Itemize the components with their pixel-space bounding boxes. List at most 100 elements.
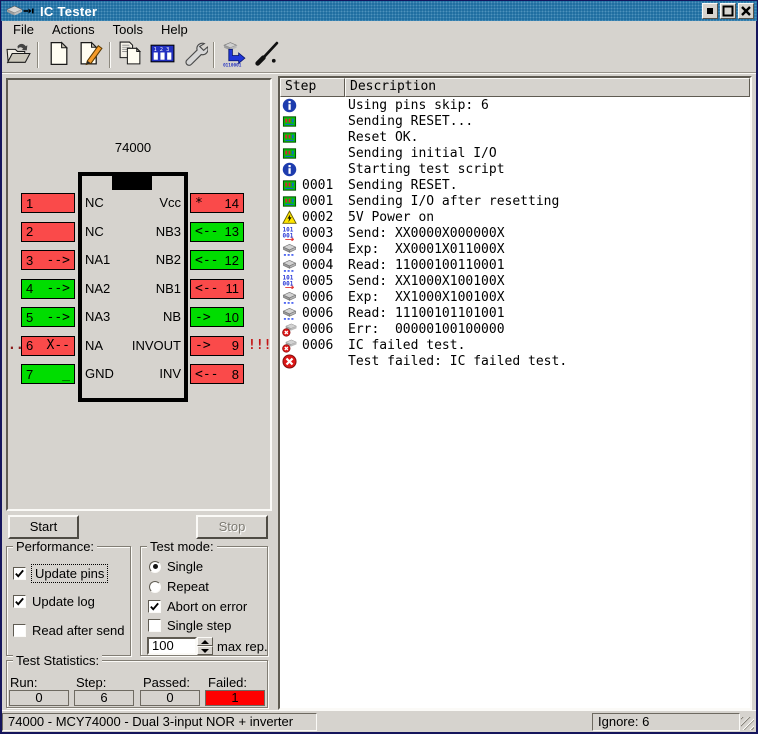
- run-test-button[interactable]: 0110001: [218, 40, 250, 71]
- menu-tools[interactable]: Tools: [104, 21, 152, 38]
- log-row[interactable]: 1010010005Send: XX1000X100100X: [280, 273, 750, 289]
- pin-3[interactable]: 3-->: [21, 250, 75, 270]
- log-row[interactable]: 00025V Power on: [280, 209, 750, 225]
- pin-number: 10: [225, 310, 239, 325]
- send-icon: [280, 130, 300, 145]
- spin-up-button[interactable]: [197, 637, 213, 646]
- pin-8[interactable]: <--8: [190, 364, 244, 384]
- app-icon: [6, 3, 36, 19]
- log-step: 0001: [300, 194, 346, 209]
- radio-repeat[interactable]: [149, 581, 161, 593]
- pin-14[interactable]: * 14: [190, 193, 244, 213]
- wrench-button[interactable]: [178, 40, 210, 71]
- pin-7[interactable]: 7_: [21, 364, 75, 384]
- checkbox-update-pins[interactable]: [13, 567, 26, 580]
- checkbox-label-read-after-send: Read after send: [32, 623, 125, 638]
- log-row[interactable]: Sending initial I/O: [280, 145, 750, 161]
- log-panel: Step Description Using pins skip: 6Sendi…: [278, 76, 752, 710]
- log-column-step[interactable]: Step: [280, 78, 345, 97]
- max-rep-input[interactable]: 100: [147, 637, 197, 655]
- log-step: 0006: [300, 306, 346, 321]
- probe-icon: [253, 40, 280, 70]
- log-row[interactable]: 0006Err: 00000100100000: [280, 321, 750, 337]
- log-row[interactable]: Reset OK.: [280, 129, 750, 145]
- dip-switch-icon: 1 2 3: [149, 40, 176, 70]
- log-description: Sending RESET.: [346, 178, 458, 193]
- log-row[interactable]: Using pins skip: 6: [280, 97, 750, 113]
- pin-2[interactable]: 2: [21, 222, 75, 242]
- performance-legend: Performance:: [13, 539, 97, 554]
- pin-number: 14: [225, 196, 239, 211]
- log-row[interactable]: 0001Sending RESET.: [280, 177, 750, 193]
- log-description: IC failed test.: [346, 338, 465, 353]
- pin-direction: ->: [195, 338, 211, 353]
- log-step: 0006: [300, 338, 346, 353]
- start-button[interactable]: Start: [8, 515, 79, 539]
- log-description: Read: 11000100110001: [346, 258, 505, 273]
- checkbox-row-read-after-send: Read after send: [13, 623, 125, 638]
- close-button[interactable]: [738, 3, 754, 19]
- spin-down-button[interactable]: [197, 646, 213, 655]
- maximize-button[interactable]: [720, 3, 736, 19]
- log-row[interactable]: Test failed: IC failed test.: [280, 353, 750, 369]
- resize-grip[interactable]: [741, 717, 754, 730]
- probe-button[interactable]: [250, 40, 282, 71]
- checkbox-abort-on-error[interactable]: [148, 600, 161, 613]
- menu-file[interactable]: File: [4, 21, 43, 38]
- log-description: Send: XX1000X100100X: [346, 274, 505, 289]
- pin-9[interactable]: -> 9: [190, 336, 244, 356]
- statistics-group: Test Statistics: Run:0Step:6Passed:0Fail…: [6, 660, 268, 708]
- new-button[interactable]: [42, 40, 74, 71]
- pin-direction: <--: [195, 281, 218, 296]
- pin-direction: -->: [47, 281, 70, 296]
- checkbox-single-step[interactable]: [148, 619, 161, 632]
- menu-help[interactable]: Help: [152, 21, 197, 38]
- log-row[interactable]: 0001Sending I/O after resetting: [280, 193, 750, 209]
- log-step: 0002: [300, 210, 346, 225]
- pin-6[interactable]: 6X--: [21, 336, 75, 356]
- log-row[interactable]: Starting test script: [280, 161, 750, 177]
- edit-icon: [77, 40, 104, 70]
- pin-4[interactable]: 4 -->: [21, 279, 75, 299]
- stop-button[interactable]: Stop: [196, 515, 268, 539]
- edit-button[interactable]: [74, 40, 106, 71]
- log-description: Err: 00000100100000: [346, 322, 505, 337]
- log-row[interactable]: Sending RESET...: [280, 113, 750, 129]
- log-row[interactable]: 0004Exp: XX0001X011000X: [280, 241, 750, 257]
- pin-12[interactable]: <--12: [190, 250, 244, 270]
- log-row[interactable]: 0004Read: 11000100110001: [280, 257, 750, 273]
- checkbox-read-after-send[interactable]: [13, 624, 26, 637]
- read-icon: [280, 306, 300, 321]
- log-row[interactable]: 0006Read: 11100101101001: [280, 305, 750, 321]
- pin-5[interactable]: 5-->: [21, 307, 75, 327]
- minimize-button[interactable]: [702, 3, 718, 19]
- toolbar-separator: [213, 42, 215, 68]
- toolbar: 1 2 3 0110001: [2, 38, 756, 73]
- dip-switch-button[interactable]: 1 2 3: [146, 40, 178, 71]
- log-row[interactable]: 0006IC failed test.: [280, 337, 750, 353]
- titlebar[interactable]: IC Tester: [1, 1, 757, 21]
- status-device-info: 74000 - MCY74000 - Dual 3-input NOR + in…: [2, 713, 317, 731]
- pin-1[interactable]: 1: [21, 193, 75, 213]
- log-column-description[interactable]: Description: [345, 78, 750, 97]
- chip-pin-label-na3-5: NA3: [85, 309, 110, 324]
- pin-11[interactable]: <--11: [190, 279, 244, 299]
- pin-13[interactable]: <--13: [190, 222, 244, 242]
- log-row[interactable]: 0006Exp: XX1000X100100X: [280, 289, 750, 305]
- radio-dot: [153, 564, 158, 569]
- log-header: Step Description: [280, 78, 750, 97]
- radio-label-repeat: Repeat: [167, 579, 209, 594]
- pin-10[interactable]: ->10: [190, 307, 244, 327]
- pin-number: 4: [26, 281, 33, 296]
- stat-label-failed: Failed:: [208, 675, 247, 690]
- radio-single[interactable]: [149, 561, 161, 573]
- checkbox-update-log[interactable]: [13, 595, 26, 608]
- open-button[interactable]: [2, 40, 34, 71]
- pin-direction: *: [195, 196, 203, 211]
- chip-view: 74000 1NC2NC3-->NA14-->NA25-->NA3...6X--…: [6, 78, 272, 511]
- log-row[interactable]: 1010010003Send: XX0000X000000X: [280, 225, 750, 241]
- fail-icon: [280, 354, 300, 369]
- copy-button[interactable]: [114, 40, 146, 71]
- pin-number: 9: [232, 338, 239, 353]
- menu-actions[interactable]: Actions: [43, 21, 104, 38]
